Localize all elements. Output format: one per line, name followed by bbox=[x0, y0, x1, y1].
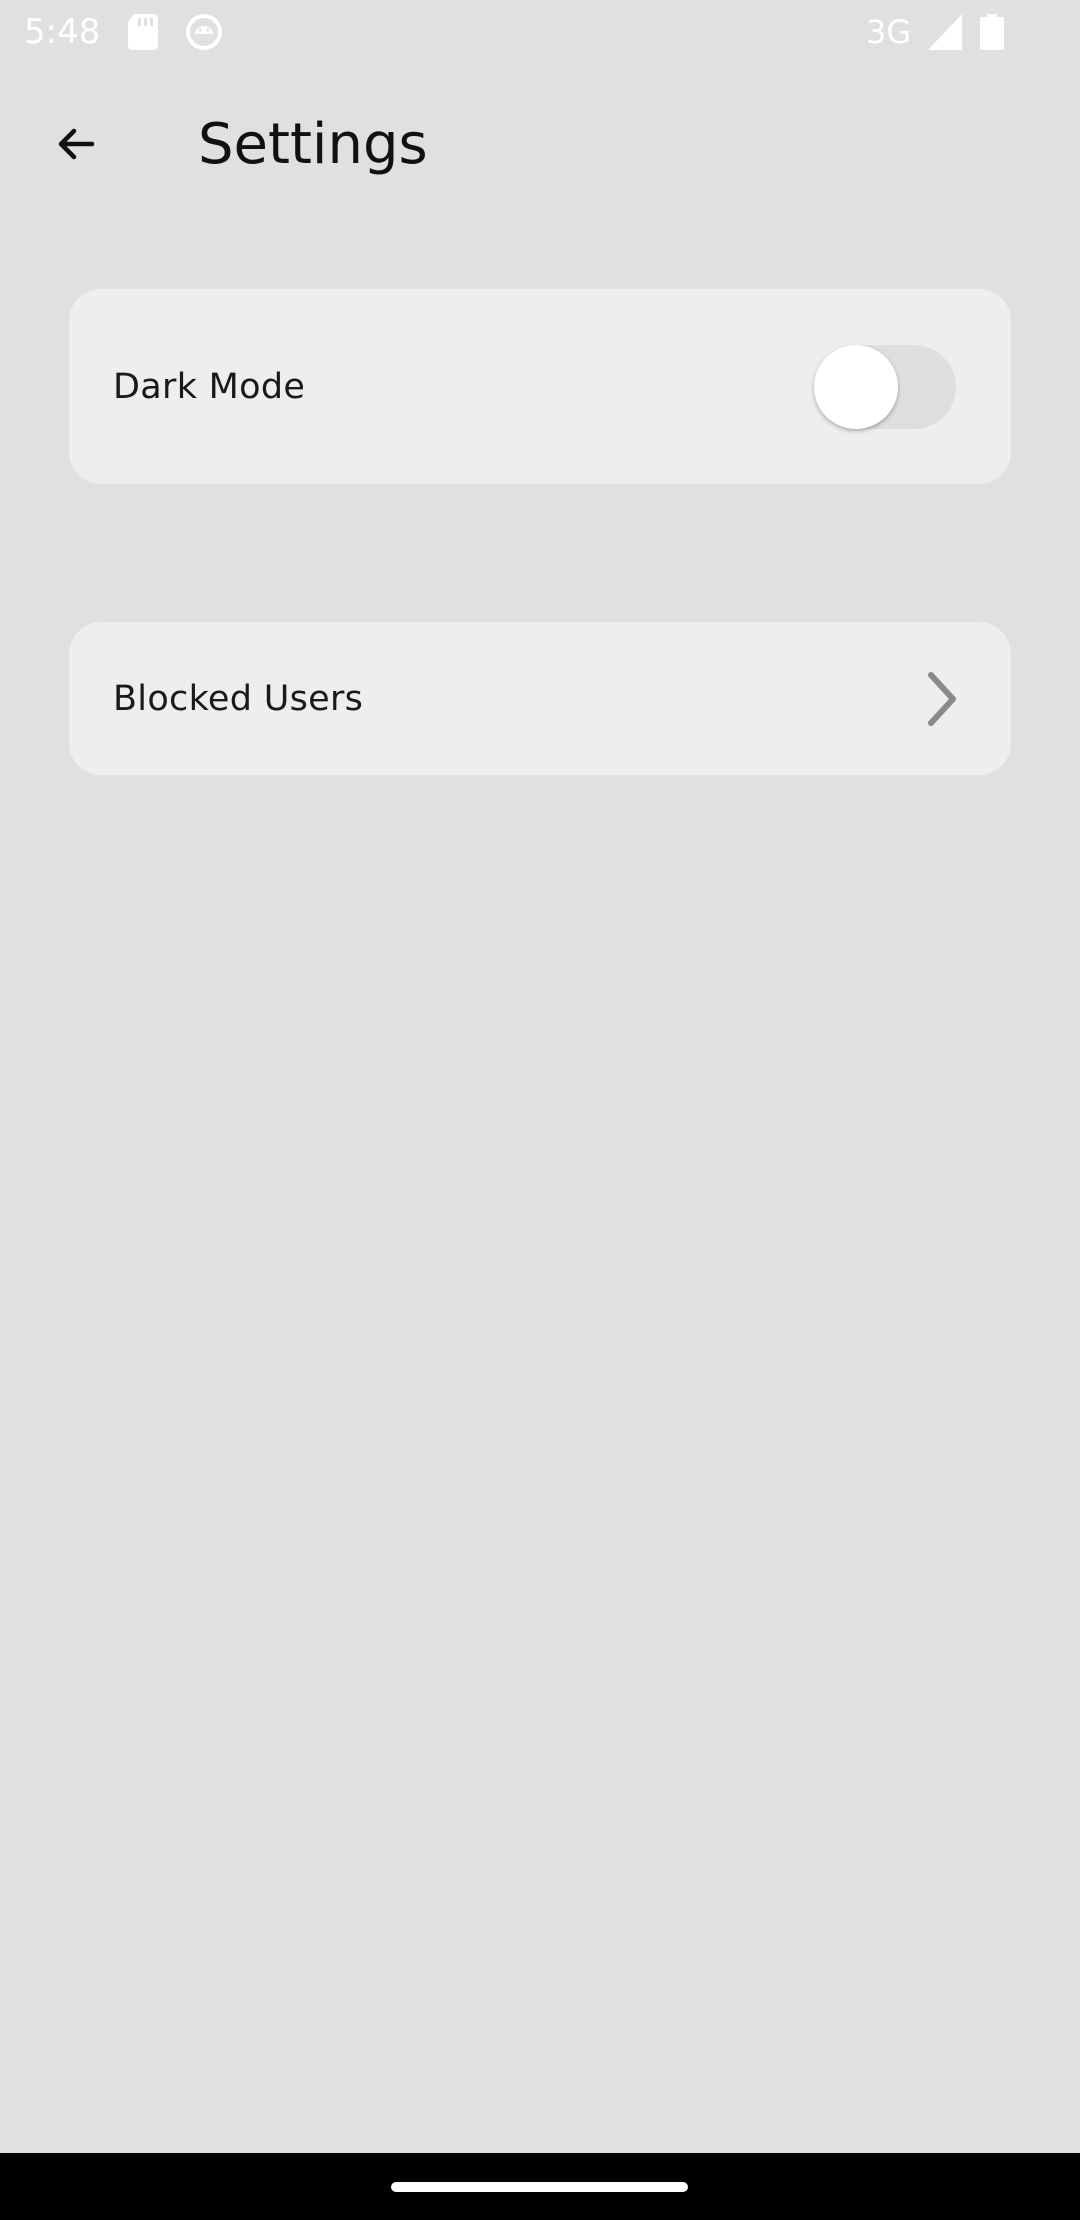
system-nav-bar bbox=[0, 2153, 1080, 2220]
back-button[interactable] bbox=[36, 106, 116, 186]
status-time: 5:48 bbox=[24, 12, 101, 52]
status-bar: 5:48 3G bbox=[0, 0, 1080, 64]
blocked-users-item[interactable]: Blocked Users bbox=[69, 622, 1011, 775]
home-indicator[interactable] bbox=[391, 2182, 688, 2192]
blocked-users-label: Blocked Users bbox=[113, 678, 364, 719]
network-type: 3G bbox=[866, 13, 912, 51]
sd-card-icon bbox=[128, 14, 158, 54]
dark-mode-toggle[interactable] bbox=[814, 345, 956, 429]
page-title: Settings bbox=[198, 112, 428, 177]
toggle-thumb bbox=[814, 345, 898, 429]
dark-mode-label: Dark Mode bbox=[113, 366, 306, 407]
settings-screen: 5:48 3G Settings Dark Mode Blocked Users bbox=[0, 0, 1080, 2220]
android-debug-icon bbox=[186, 14, 222, 54]
app-bar: Settings bbox=[0, 64, 1080, 216]
chevron-right-icon bbox=[921, 669, 961, 729]
signal-icon bbox=[928, 14, 962, 54]
battery-icon bbox=[980, 14, 1004, 54]
arrow-left-icon bbox=[52, 120, 100, 172]
dark-mode-setting: Dark Mode bbox=[69, 289, 1011, 484]
